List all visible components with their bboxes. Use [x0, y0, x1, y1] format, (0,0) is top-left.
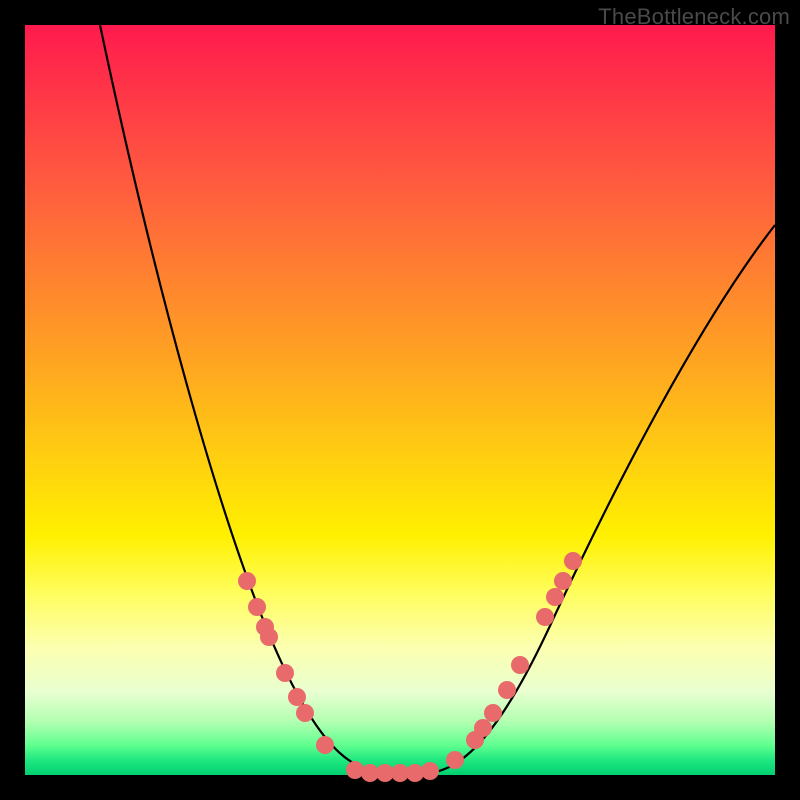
data-dot [511, 656, 529, 674]
v-curve [100, 25, 775, 773]
data-dot [498, 681, 516, 699]
data-dot [238, 572, 256, 590]
data-dot [316, 736, 334, 754]
data-dot [546, 588, 564, 606]
watermark-text: TheBottleneck.com [598, 4, 790, 30]
data-dot [474, 719, 492, 737]
bottleneck-chart [25, 25, 775, 775]
chart-frame [25, 25, 775, 775]
data-dot [276, 664, 294, 682]
data-dot [564, 552, 582, 570]
data-dot [484, 704, 502, 722]
data-dot [554, 572, 572, 590]
data-dot [260, 628, 278, 646]
data-dot [248, 598, 266, 616]
data-dot [536, 608, 554, 626]
data-dot [296, 704, 314, 722]
data-dot [346, 761, 364, 779]
data-dot [288, 688, 306, 706]
data-dot [421, 762, 439, 780]
data-dot [446, 751, 464, 769]
